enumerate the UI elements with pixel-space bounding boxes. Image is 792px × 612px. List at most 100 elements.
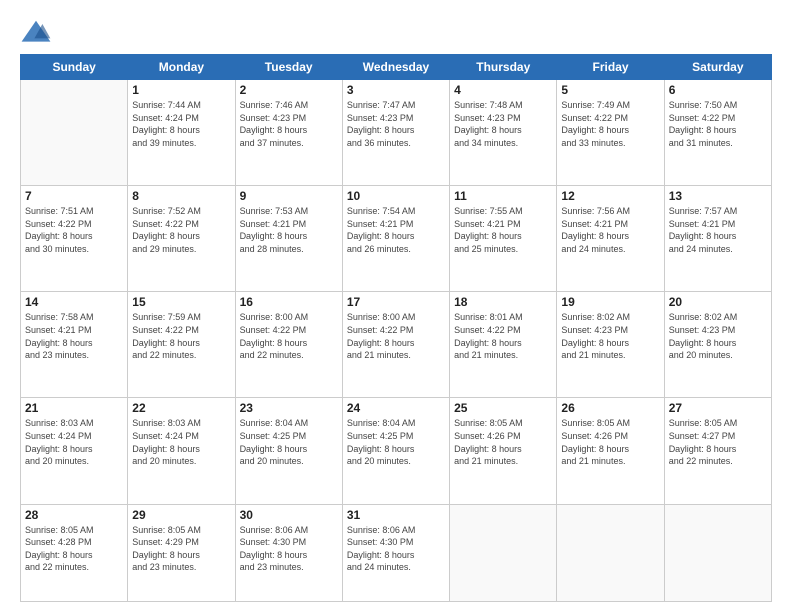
day-number: 8 xyxy=(132,189,230,203)
day-info: Sunrise: 7:53 AM Sunset: 4:21 PM Dayligh… xyxy=(240,205,338,255)
day-info: Sunrise: 7:47 AM Sunset: 4:23 PM Dayligh… xyxy=(347,99,445,149)
calendar-cell: 8 Sunrise: 7:52 AM Sunset: 4:22 PM Daylig… xyxy=(128,186,235,292)
calendar-cell: 4 Sunrise: 7:48 AM Sunset: 4:23 PM Daylig… xyxy=(450,80,557,186)
day-number: 31 xyxy=(347,508,445,522)
day-info: Sunrise: 8:05 AM Sunset: 4:26 PM Dayligh… xyxy=(561,417,659,467)
day-info: Sunrise: 7:59 AM Sunset: 4:22 PM Dayligh… xyxy=(132,311,230,361)
calendar-cell: 18 Sunrise: 8:01 AM Sunset: 4:22 PM Dayli… xyxy=(450,292,557,398)
day-info: Sunrise: 7:56 AM Sunset: 4:21 PM Dayligh… xyxy=(561,205,659,255)
day-number: 18 xyxy=(454,295,552,309)
day-number: 11 xyxy=(454,189,552,203)
day-number: 21 xyxy=(25,401,123,415)
calendar-cell: 14Sunrise: 7:58 AM Sunset: 4:21 PM Dayli… xyxy=(21,292,128,398)
calendar-cell: 12 Sunrise: 7:56 AM Sunset: 4:21 PM Dayli… xyxy=(557,186,664,292)
day-info: Sunrise: 8:05 AM Sunset: 4:26 PM Dayligh… xyxy=(454,417,552,467)
week-row-3: 14Sunrise: 7:58 AM Sunset: 4:21 PM Dayli… xyxy=(21,292,772,398)
day-info: Sunrise: 7:44 AM Sunset: 4:24 PM Dayligh… xyxy=(132,99,230,149)
day-info: Sunrise: 7:52 AM Sunset: 4:22 PM Dayligh… xyxy=(132,205,230,255)
day-info: Sunrise: 8:05 AM Sunset: 4:27 PM Dayligh… xyxy=(669,417,767,467)
calendar-cell: 24 Sunrise: 8:04 AM Sunset: 4:25 PM Dayli… xyxy=(342,398,449,504)
calendar-cell: 1 Sunrise: 7:44 AM Sunset: 4:24 PM Daylig… xyxy=(128,80,235,186)
day-number: 25 xyxy=(454,401,552,415)
weekday-header-monday: Monday xyxy=(128,55,235,80)
day-number: 5 xyxy=(561,83,659,97)
calendar-cell: 29 Sunrise: 8:05 AM Sunset: 4:29 PM Dayli… xyxy=(128,504,235,601)
day-number: 15 xyxy=(132,295,230,309)
day-info: Sunrise: 7:49 AM Sunset: 4:22 PM Dayligh… xyxy=(561,99,659,149)
day-number: 7 xyxy=(25,189,123,203)
week-row-2: 7Sunrise: 7:51 AM Sunset: 4:22 PM Daylig… xyxy=(21,186,772,292)
day-number: 23 xyxy=(240,401,338,415)
day-number: 6 xyxy=(669,83,767,97)
calendar-cell: 2Sunrise: 7:46 AM Sunset: 4:23 PM Daylig… xyxy=(235,80,342,186)
day-number: 10 xyxy=(347,189,445,203)
day-info: Sunrise: 7:54 AM Sunset: 4:21 PM Dayligh… xyxy=(347,205,445,255)
day-number: 24 xyxy=(347,401,445,415)
day-info: Sunrise: 8:02 AM Sunset: 4:23 PM Dayligh… xyxy=(561,311,659,361)
calendar-cell xyxy=(21,80,128,186)
calendar-cell: 7Sunrise: 7:51 AM Sunset: 4:22 PM Daylig… xyxy=(21,186,128,292)
day-info: Sunrise: 8:02 AM Sunset: 4:23 PM Dayligh… xyxy=(669,311,767,361)
calendar-cell: 20 Sunrise: 8:02 AM Sunset: 4:23 PM Dayli… xyxy=(664,292,771,398)
day-info: Sunrise: 8:06 AM Sunset: 4:30 PM Dayligh… xyxy=(240,524,338,574)
weekday-header-sunday: Sunday xyxy=(21,55,128,80)
day-number: 28 xyxy=(25,508,123,522)
calendar-cell: 21 Sunrise: 8:03 AM Sunset: 4:24 PM Dayli… xyxy=(21,398,128,504)
calendar-cell: 22 Sunrise: 8:03 AM Sunset: 4:24 PM Dayli… xyxy=(128,398,235,504)
day-info: Sunrise: 8:03 AM Sunset: 4:24 PM Dayligh… xyxy=(25,417,123,467)
calendar-cell: 11 Sunrise: 7:55 AM Sunset: 4:21 PM Dayli… xyxy=(450,186,557,292)
day-info: Sunrise: 8:05 AM Sunset: 4:29 PM Dayligh… xyxy=(132,524,230,574)
calendar-cell: 30 Sunrise: 8:06 AM Sunset: 4:30 PM Dayli… xyxy=(235,504,342,601)
calendar-cell xyxy=(664,504,771,601)
calendar-cell: 13 Sunrise: 7:57 AM Sunset: 4:21 PM Dayli… xyxy=(664,186,771,292)
calendar-cell: 17Sunrise: 8:00 AM Sunset: 4:22 PM Dayli… xyxy=(342,292,449,398)
calendar-cell: 27 Sunrise: 8:05 AM Sunset: 4:27 PM Dayli… xyxy=(664,398,771,504)
weekday-header-tuesday: Tuesday xyxy=(235,55,342,80)
calendar-cell: 15 Sunrise: 7:59 AM Sunset: 4:22 PM Dayli… xyxy=(128,292,235,398)
day-number: 12 xyxy=(561,189,659,203)
day-info: Sunrise: 8:06 AM Sunset: 4:30 PM Dayligh… xyxy=(347,524,445,574)
week-row-5: 28 Sunrise: 8:05 AM Sunset: 4:28 PM Dayli… xyxy=(21,504,772,601)
day-number: 9 xyxy=(240,189,338,203)
day-number: 1 xyxy=(132,83,230,97)
calendar-cell: 9 Sunrise: 7:53 AM Sunset: 4:21 PM Daylig… xyxy=(235,186,342,292)
calendar-cell: 5 Sunrise: 7:49 AM Sunset: 4:22 PM Daylig… xyxy=(557,80,664,186)
weekday-header-friday: Friday xyxy=(557,55,664,80)
calendar-cell: 10 Sunrise: 7:54 AM Sunset: 4:21 PM Dayli… xyxy=(342,186,449,292)
day-number: 22 xyxy=(132,401,230,415)
calendar-cell: 25 Sunrise: 8:05 AM Sunset: 4:26 PM Dayli… xyxy=(450,398,557,504)
day-info: Sunrise: 8:01 AM Sunset: 4:22 PM Dayligh… xyxy=(454,311,552,361)
day-info: Sunrise: 7:48 AM Sunset: 4:23 PM Dayligh… xyxy=(454,99,552,149)
day-number: 27 xyxy=(669,401,767,415)
day-number: 17 xyxy=(347,295,445,309)
logo-icon xyxy=(20,18,52,46)
day-info: Sunrise: 7:55 AM Sunset: 4:21 PM Dayligh… xyxy=(454,205,552,255)
day-info: Sunrise: 8:04 AM Sunset: 4:25 PM Dayligh… xyxy=(347,417,445,467)
day-info: Sunrise: 7:58 AM Sunset: 4:21 PM Dayligh… xyxy=(25,311,123,361)
calendar-cell: 26 Sunrise: 8:05 AM Sunset: 4:26 PM Dayli… xyxy=(557,398,664,504)
calendar: SundayMondayTuesdayWednesdayThursdayFrid… xyxy=(20,54,772,602)
day-number: 13 xyxy=(669,189,767,203)
calendar-cell: 6 Sunrise: 7:50 AM Sunset: 4:22 PM Daylig… xyxy=(664,80,771,186)
day-info: Sunrise: 7:50 AM Sunset: 4:22 PM Dayligh… xyxy=(669,99,767,149)
day-number: 16 xyxy=(240,295,338,309)
page: SundayMondayTuesdayWednesdayThursdayFrid… xyxy=(0,0,792,612)
day-number: 20 xyxy=(669,295,767,309)
weekday-header-saturday: Saturday xyxy=(664,55,771,80)
day-info: Sunrise: 8:05 AM Sunset: 4:28 PM Dayligh… xyxy=(25,524,123,574)
day-number: 30 xyxy=(240,508,338,522)
day-number: 29 xyxy=(132,508,230,522)
day-info: Sunrise: 8:00 AM Sunset: 4:22 PM Dayligh… xyxy=(240,311,338,361)
day-info: Sunrise: 8:03 AM Sunset: 4:24 PM Dayligh… xyxy=(132,417,230,467)
day-info: Sunrise: 7:46 AM Sunset: 4:23 PM Dayligh… xyxy=(240,99,338,149)
weekday-header-row: SundayMondayTuesdayWednesdayThursdayFrid… xyxy=(21,55,772,80)
week-row-1: 1 Sunrise: 7:44 AM Sunset: 4:24 PM Daylig… xyxy=(21,80,772,186)
week-row-4: 21 Sunrise: 8:03 AM Sunset: 4:24 PM Dayli… xyxy=(21,398,772,504)
calendar-cell xyxy=(557,504,664,601)
day-number: 26 xyxy=(561,401,659,415)
day-number: 19 xyxy=(561,295,659,309)
day-info: Sunrise: 7:57 AM Sunset: 4:21 PM Dayligh… xyxy=(669,205,767,255)
header xyxy=(20,18,772,46)
day-number: 3 xyxy=(347,83,445,97)
day-number: 4 xyxy=(454,83,552,97)
